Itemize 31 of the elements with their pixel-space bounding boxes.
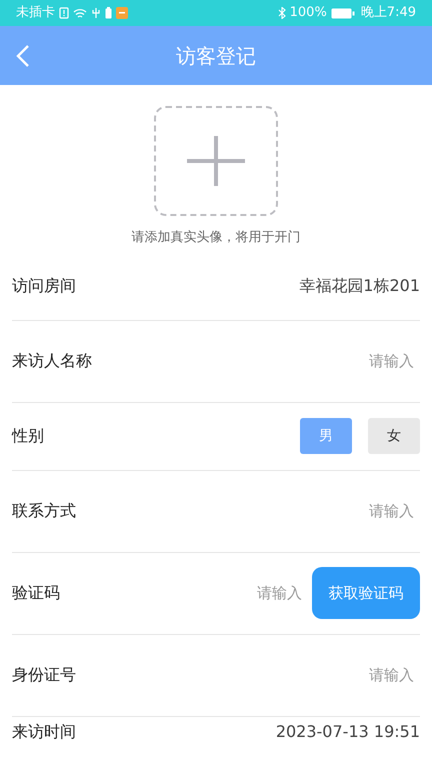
battery-percent: 100%: [290, 4, 327, 22]
usb-icon: [91, 7, 101, 19]
sim-icon: [59, 7, 69, 19]
wifi-icon: [73, 8, 87, 18]
input-field[interactable]: 请输入: [264, 664, 414, 686]
app-notification-icon: [116, 7, 128, 19]
field-label: 验证码: [12, 582, 60, 604]
field-label: 来访人名称: [12, 350, 92, 372]
plus-icon: [187, 136, 245, 186]
field-label: 身份证号: [12, 664, 76, 686]
page-title: 访客登记: [176, 42, 256, 70]
sim-status: 未插卡: [16, 4, 55, 22]
get-code-button[interactable]: 获取验证码: [312, 567, 420, 619]
input-field[interactable]: 请输入: [264, 350, 414, 372]
add-photo-button[interactable]: [154, 106, 278, 216]
field-label: 来访时间: [12, 720, 76, 742]
input-field[interactable]: 请输入: [212, 582, 302, 604]
battery-icon: [330, 8, 355, 18]
gender-option[interactable]: 女: [368, 418, 420, 454]
field-label: 性别: [12, 425, 44, 447]
input-field[interactable]: 请输入: [264, 500, 414, 522]
battery-small-icon: [105, 7, 112, 19]
bluetooth-icon: [278, 7, 286, 19]
gender-option[interactable]: 男: [300, 418, 352, 454]
back-icon[interactable]: [16, 44, 30, 68]
photo-hint: 请添加真实头像，将用于开门: [132, 229, 300, 247]
clock: 晚上7:49: [360, 4, 416, 22]
field-label: 访问房间: [12, 275, 76, 297]
field-value: 2023-07-13 19:51: [276, 720, 420, 742]
field-value: 幸福花园1栋201: [299, 275, 420, 297]
field-label: 联系方式: [12, 500, 76, 522]
